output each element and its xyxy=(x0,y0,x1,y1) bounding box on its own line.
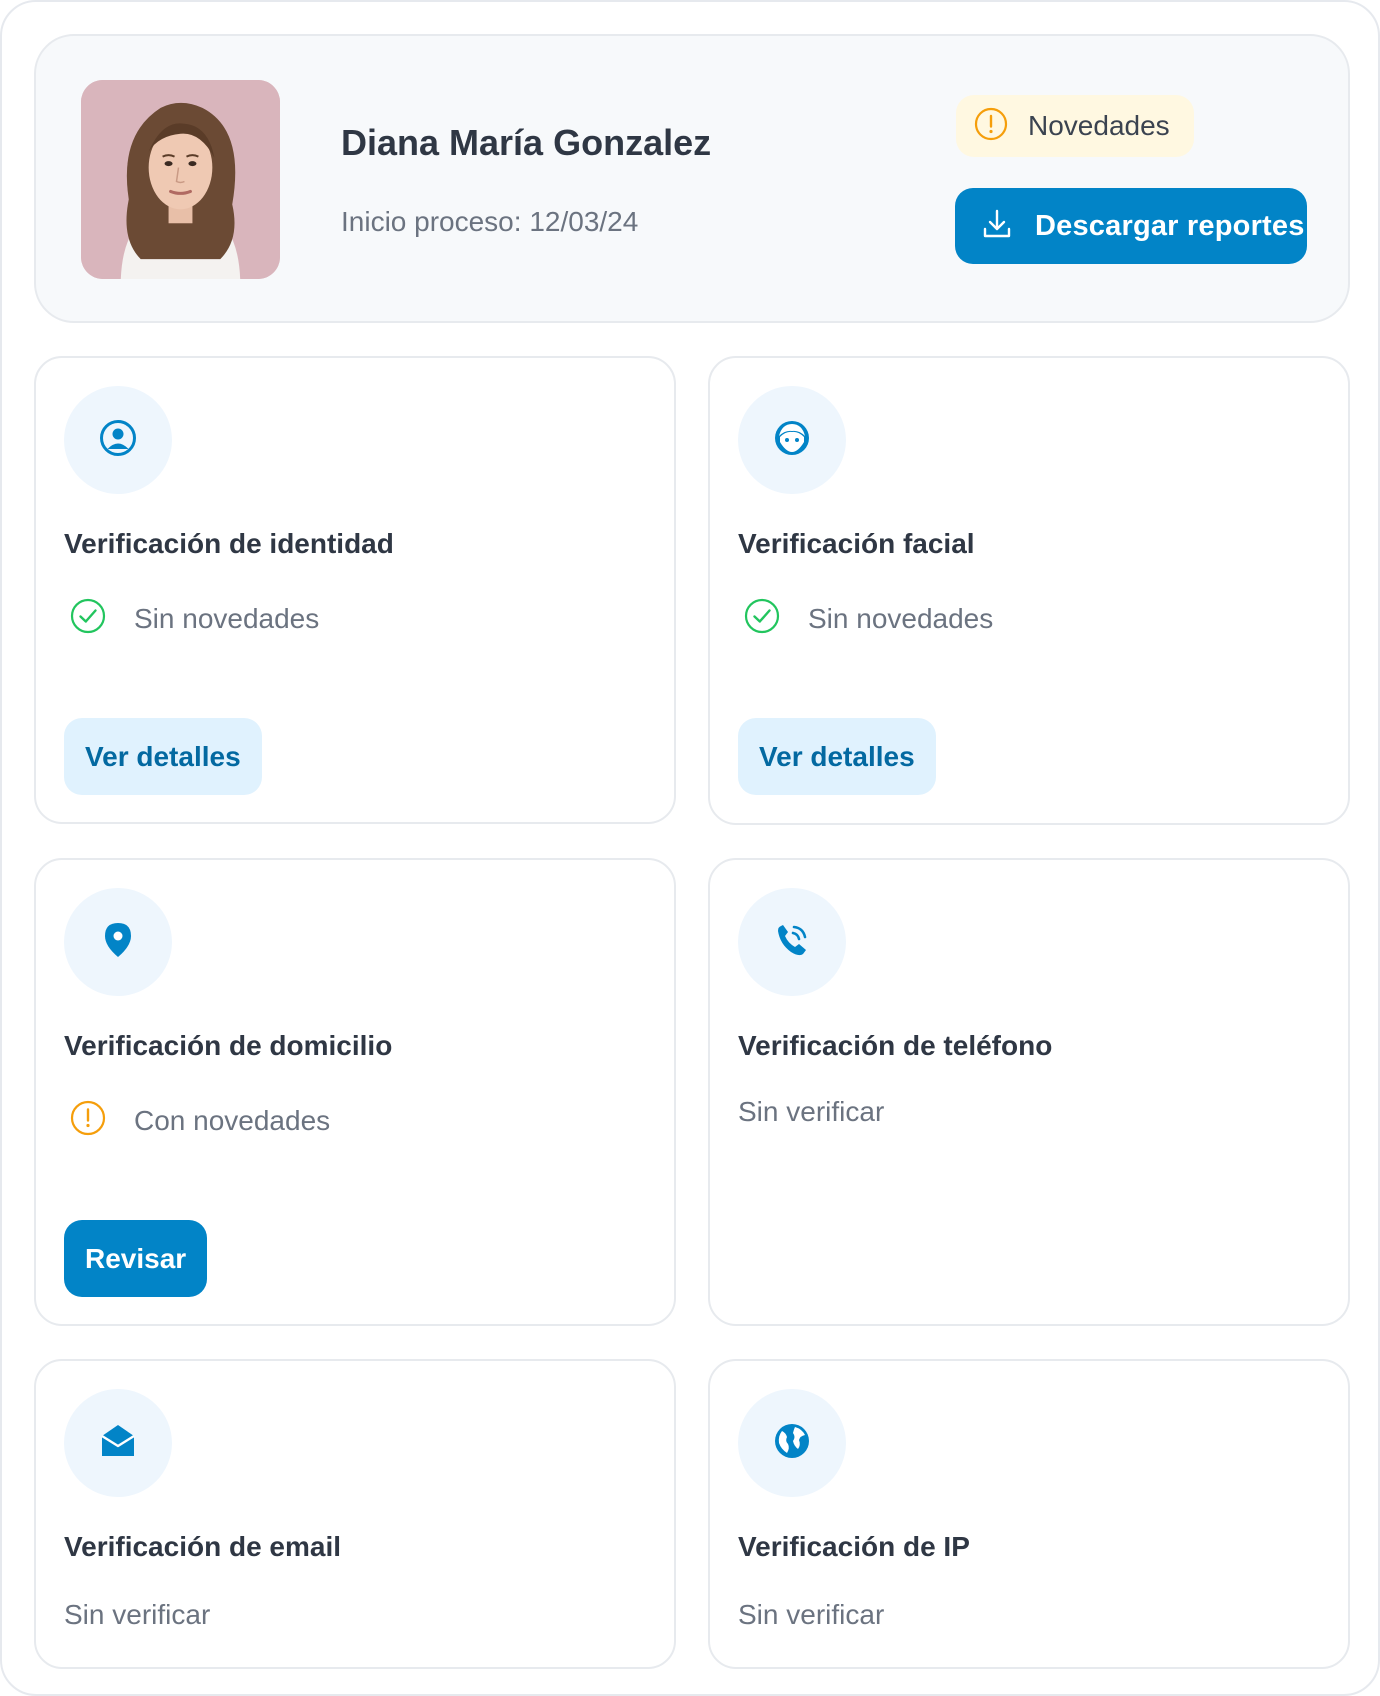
avatar-portrait xyxy=(81,80,280,279)
status-text: Sin novedades xyxy=(134,602,320,634)
globe-icon xyxy=(772,1421,812,1466)
check-circle-icon xyxy=(744,598,780,639)
verification-panel: Diana María Gonzalez Inicio proceso: 12/… xyxy=(0,0,1380,1696)
icon-badge xyxy=(64,386,172,494)
card-facial-verification: Verificación facial Sin novedades Ver de… xyxy=(708,356,1350,825)
card-phone-verification: Verificación de teléfono Sin verificar xyxy=(708,858,1350,1326)
status-text: Sin novedades xyxy=(808,602,994,634)
phone-icon xyxy=(772,920,812,965)
profile-header: Diana María Gonzalez Inicio proceso: 12/… xyxy=(34,34,1350,323)
status-text: Sin verificar xyxy=(738,1096,885,1127)
status-badge: Novedades xyxy=(956,95,1194,157)
icon-badge xyxy=(738,888,846,996)
person-name: Diana María Gonzalez xyxy=(341,122,712,163)
view-details-button[interactable]: Ver detalles xyxy=(738,718,936,795)
status-text: Con novedades xyxy=(134,1104,331,1136)
check-circle-icon xyxy=(70,598,106,639)
icon-badge xyxy=(64,1389,172,1497)
icon-badge xyxy=(738,1389,846,1497)
face-icon xyxy=(772,418,812,463)
card-address-verification: Verificación de domicilio Con novedades … xyxy=(34,858,676,1326)
card-title: Verificación de identidad xyxy=(64,528,394,559)
status-text: Sin verificar xyxy=(64,1599,211,1630)
status-row: Sin novedades xyxy=(744,598,993,639)
warning-circle-icon xyxy=(974,107,1008,146)
status-badge-label: Novedades xyxy=(1028,110,1170,141)
download-reports-button[interactable]: Descargar reportes xyxy=(955,188,1307,264)
status-row: Sin novedades xyxy=(70,598,319,639)
card-title: Verificación de IP xyxy=(738,1531,970,1562)
card-identity-verification: Verificación de identidad Sin novedades … xyxy=(34,356,676,824)
card-title: Verificación de teléfono xyxy=(738,1030,1053,1061)
icon-badge xyxy=(738,386,846,494)
user-circle-icon xyxy=(98,418,138,463)
card-email-verification: Verificación de email Sin verificar xyxy=(34,1359,676,1669)
card-title: Verificación facial xyxy=(738,528,975,559)
view-details-button[interactable]: Ver detalles xyxy=(64,718,262,795)
card-title: Verificación de email xyxy=(64,1531,342,1562)
review-button[interactable]: Revisar xyxy=(64,1220,208,1297)
map-pin-icon xyxy=(100,920,136,965)
download-icon xyxy=(981,208,1013,245)
status-row: Con novedades xyxy=(70,1100,330,1141)
card-title: Verificación de domicilio xyxy=(64,1030,393,1061)
icon-badge xyxy=(64,888,172,996)
process-start-date: Inicio proceso: 12/03/24 xyxy=(341,206,639,237)
warning-circle-icon xyxy=(70,1100,106,1141)
download-reports-label: Descargar reportes xyxy=(1035,209,1305,242)
envelope-open-icon xyxy=(98,1421,138,1466)
card-ip-verification: Verificación de IP Sin verificar xyxy=(708,1359,1350,1669)
status-text: Sin verificar xyxy=(738,1599,885,1630)
avatar xyxy=(81,80,280,279)
